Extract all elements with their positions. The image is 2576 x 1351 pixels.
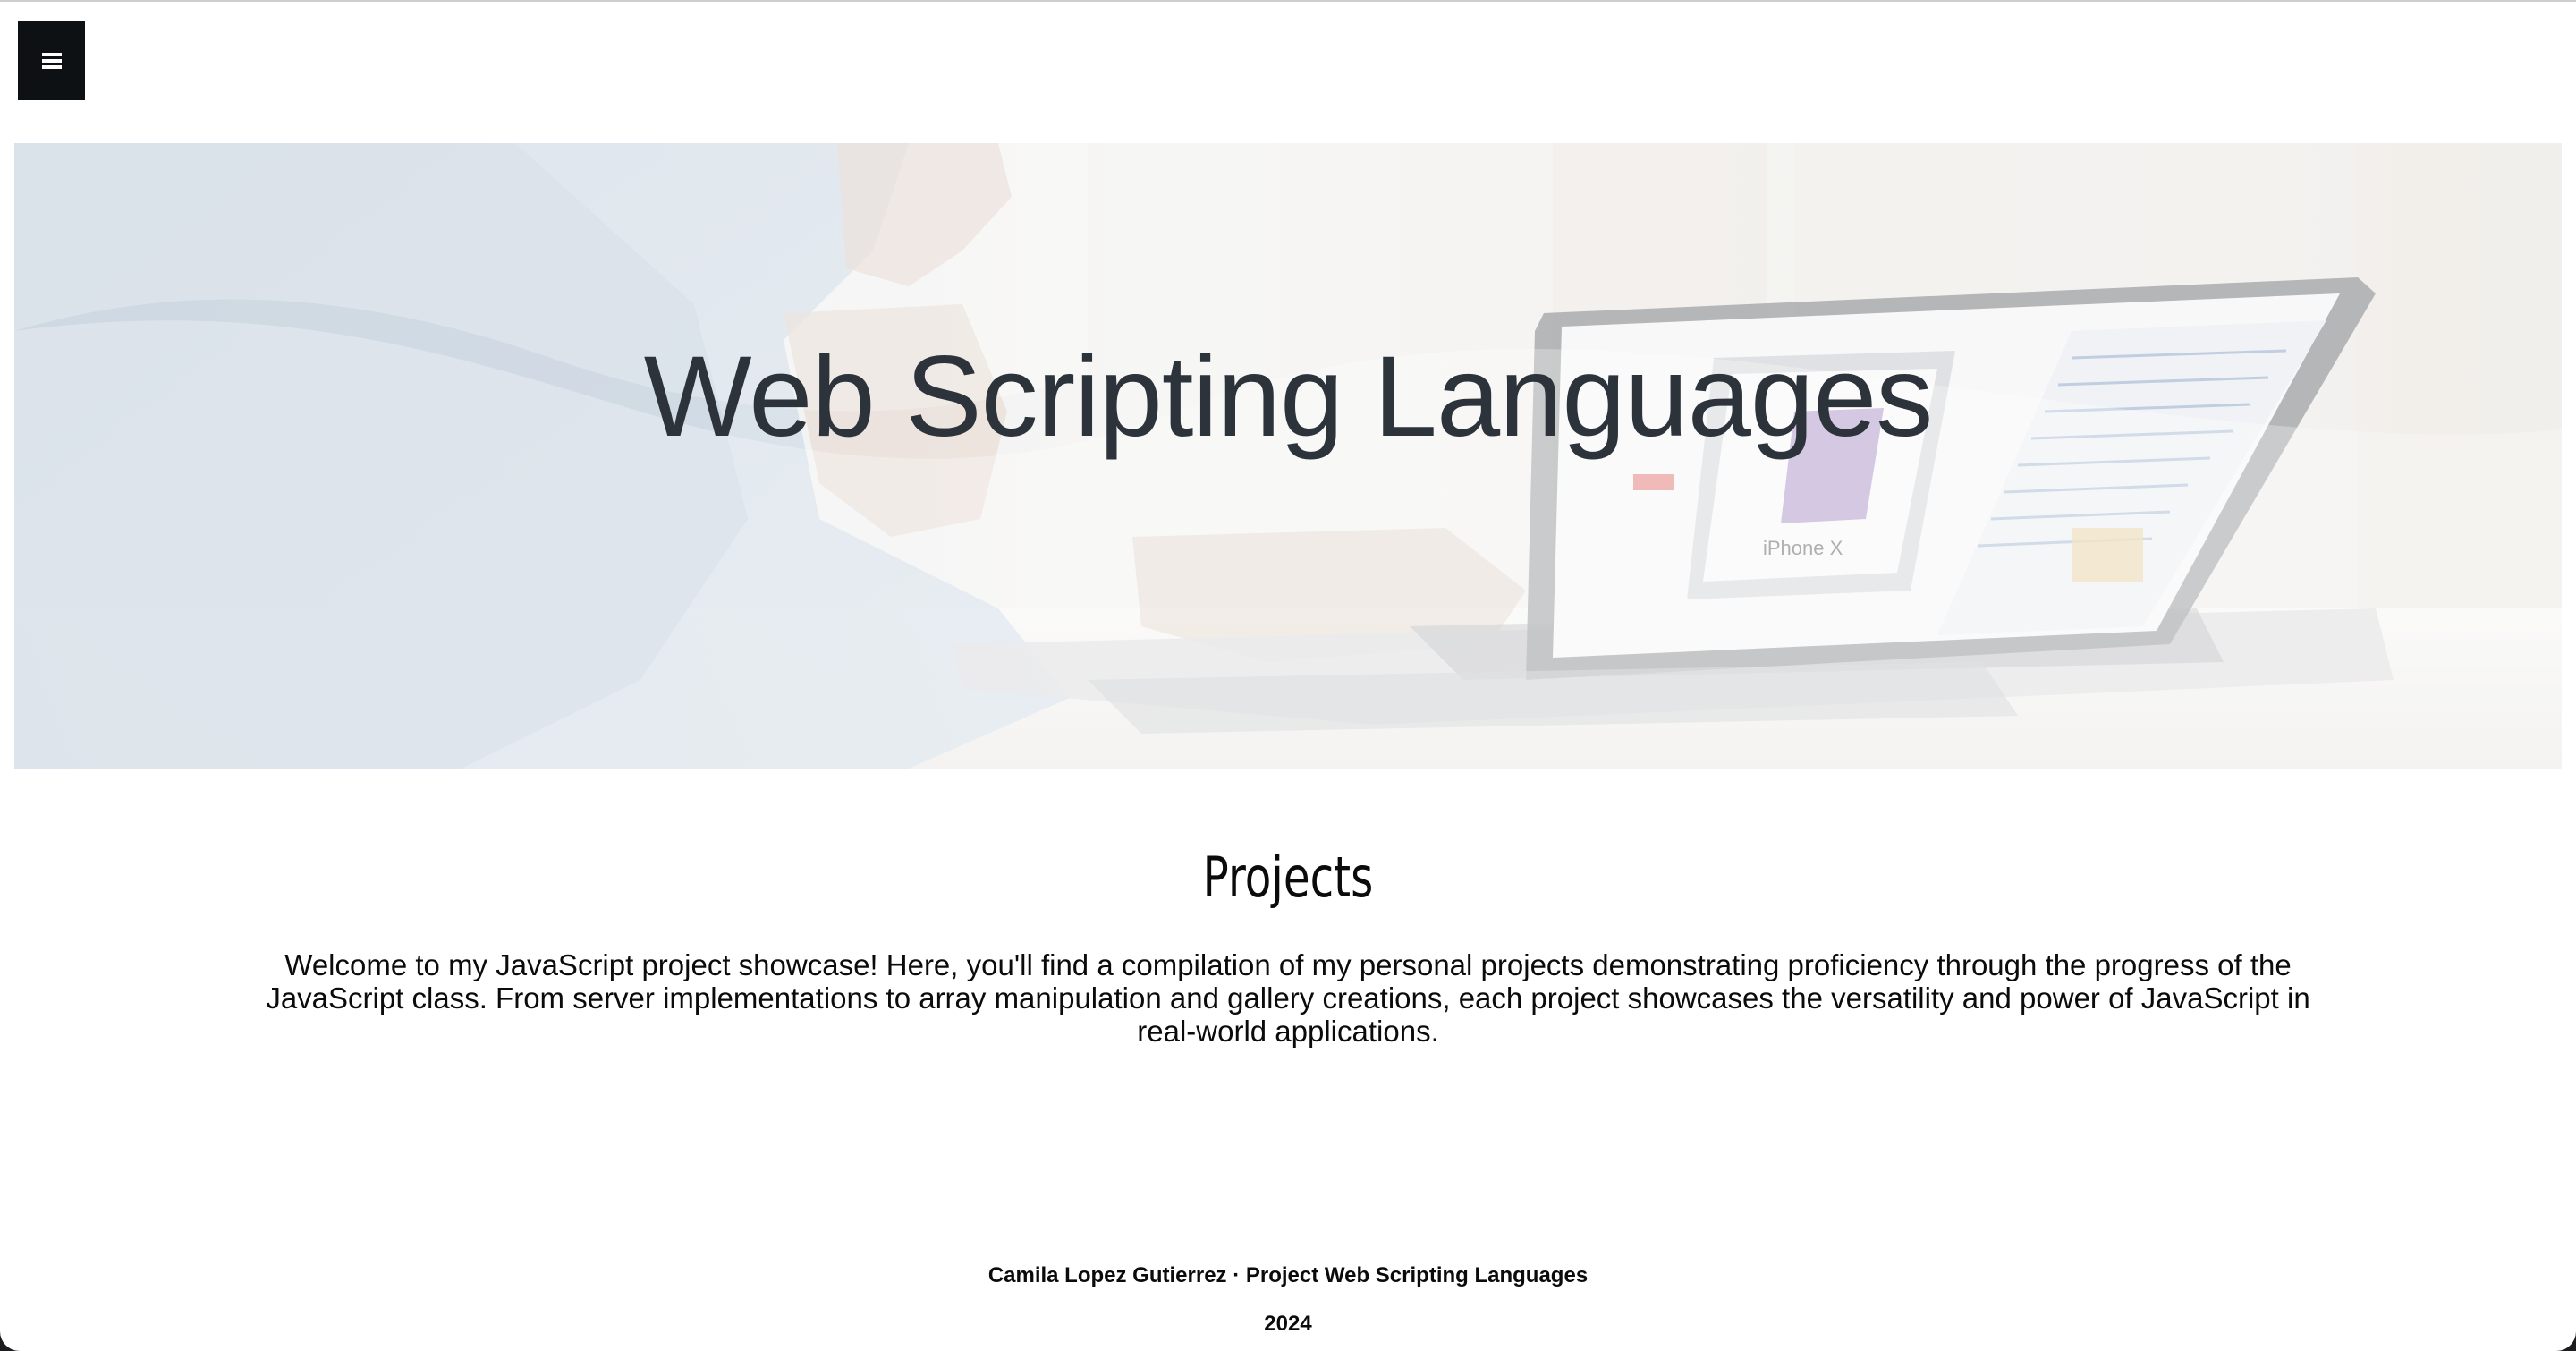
hamburger-menu-icon bbox=[41, 53, 62, 69]
footer-credit: Camila Lopez Gutierrez · Project Web Scr… bbox=[987, 1263, 1589, 1287]
hero-title: Web Scripting Languages bbox=[643, 333, 1934, 461]
page: iPhone X Web Scripting Languages Project… bbox=[0, 0, 2576, 1351]
projects-heading: Projects bbox=[1202, 845, 1374, 910]
footer-year: 2024 bbox=[1264, 1312, 1312, 1336]
projects-intro-text: Welcome to my JavaScript project showcas… bbox=[266, 948, 2310, 1048]
hero-banner: iPhone X Web Scripting Languages bbox=[14, 143, 2562, 769]
menu-toggle-button[interactable] bbox=[18, 21, 85, 100]
